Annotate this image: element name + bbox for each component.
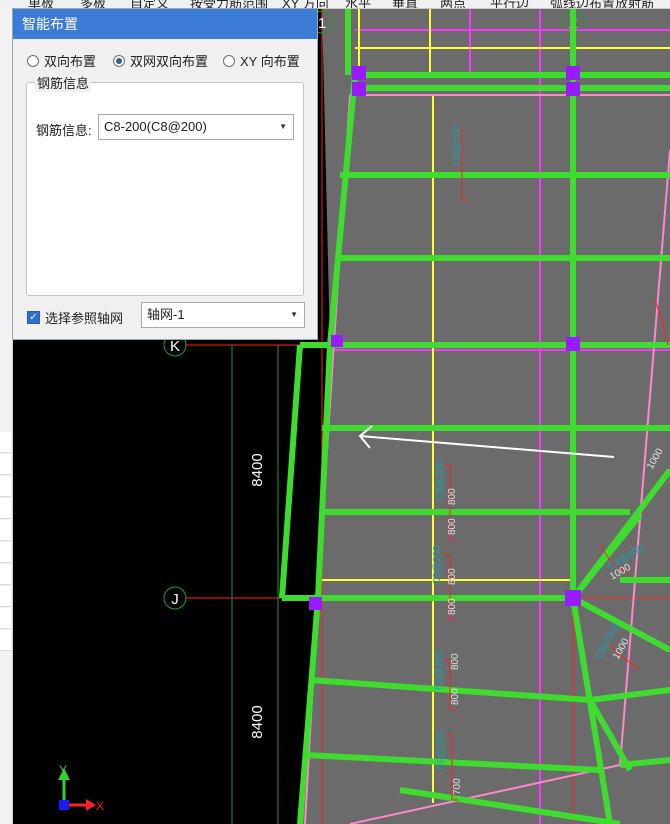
svg-text:C8@200: C8@200 [435, 460, 446, 500]
group-label: 钢筋信息 [35, 73, 92, 92]
axis-grid-select[interactable]: 轴网-1 ▼ [141, 302, 305, 328]
layout-mode-radio-group: 双向布置 双网双向布置 XY 向布置 [27, 51, 309, 71]
reference-axis-grid-checkbox[interactable]: ✓ 选择参照轴网 [27, 308, 123, 327]
toolbar-item-vertical[interactable]: 垂直 [392, 0, 418, 8]
svg-text:K: K [170, 338, 180, 355]
svg-text:C8@200: C8@200 [432, 545, 443, 585]
svg-text:C8@200: C8@200 [436, 730, 447, 770]
toolbar-item-two-points[interactable]: 两点 [440, 0, 466, 8]
radio-circle-icon [223, 54, 235, 67]
ucs-y-label: Y [59, 763, 67, 777]
radio-xy-direction[interactable]: XY 向布置 [223, 51, 300, 70]
svg-text:800: 800 [447, 518, 458, 535]
toolbar-item-parallel-edge[interactable]: 平行边 [490, 0, 529, 8]
rebar-info-value: C8-200(C8@200) [104, 119, 207, 134]
svg-text:1: 1 [318, 15, 326, 32]
radio-bidirectional[interactable]: 双向布置 [27, 51, 96, 70]
radio-label: 双网双向布置 [130, 54, 209, 69]
rebar-info-label: 钢筋信息: [36, 123, 92, 138]
axis-grid-value: 轴网-1 [147, 307, 185, 322]
svg-text:800: 800 [447, 568, 458, 585]
svg-text:C8@200: C8@200 [434, 650, 445, 690]
dimension-label-upper: 8400 [249, 453, 266, 486]
svg-text:700: 700 [452, 778, 463, 795]
toolbar-item-arc-radial[interactable]: 弧线边布置放射筋 [550, 0, 654, 8]
radio-double-net-bidirectional[interactable]: 双网双向布置 [113, 51, 208, 70]
slab-region-bottom[interactable] [298, 345, 670, 824]
svg-text:J: J [171, 591, 179, 608]
radio-selected-icon [113, 54, 125, 67]
checkbox-checked-icon: ✓ [27, 311, 40, 324]
svg-text:800: 800 [447, 488, 458, 505]
radio-label: XY 向布置 [240, 54, 300, 69]
svg-text:800: 800 [450, 688, 461, 705]
checkbox-label: 选择参照轴网 [45, 311, 124, 326]
rebar-info-select[interactable]: C8-200(C8@200) ▼ [98, 114, 294, 140]
smart-layout-dialog: 智能布置 双向布置 双网双向布置 XY 向布置 钢筋信息 钢筋信息: C8-20… [12, 8, 318, 340]
toolbar-item-horizontal[interactable]: 水平 [345, 0, 371, 8]
dropdown-arrow-icon: ▼ [279, 122, 287, 131]
dialog-title: 智能布置 [13, 9, 317, 39]
dropdown-arrow-icon: ▼ [290, 310, 298, 319]
ucs-x-label: X [96, 799, 104, 813]
rebar-info-group: 钢筋信息 钢筋信息: C8-200(C8@200) ▼ [26, 73, 304, 296]
radio-circle-icon [27, 54, 39, 67]
svg-text:800: 800 [450, 653, 461, 670]
dimension-label-lower: 8400 [249, 705, 266, 738]
radio-label: 双向布置 [44, 54, 97, 69]
svg-text:800: 800 [447, 598, 458, 615]
svg-text:C8@200: C8@200 [452, 125, 463, 165]
